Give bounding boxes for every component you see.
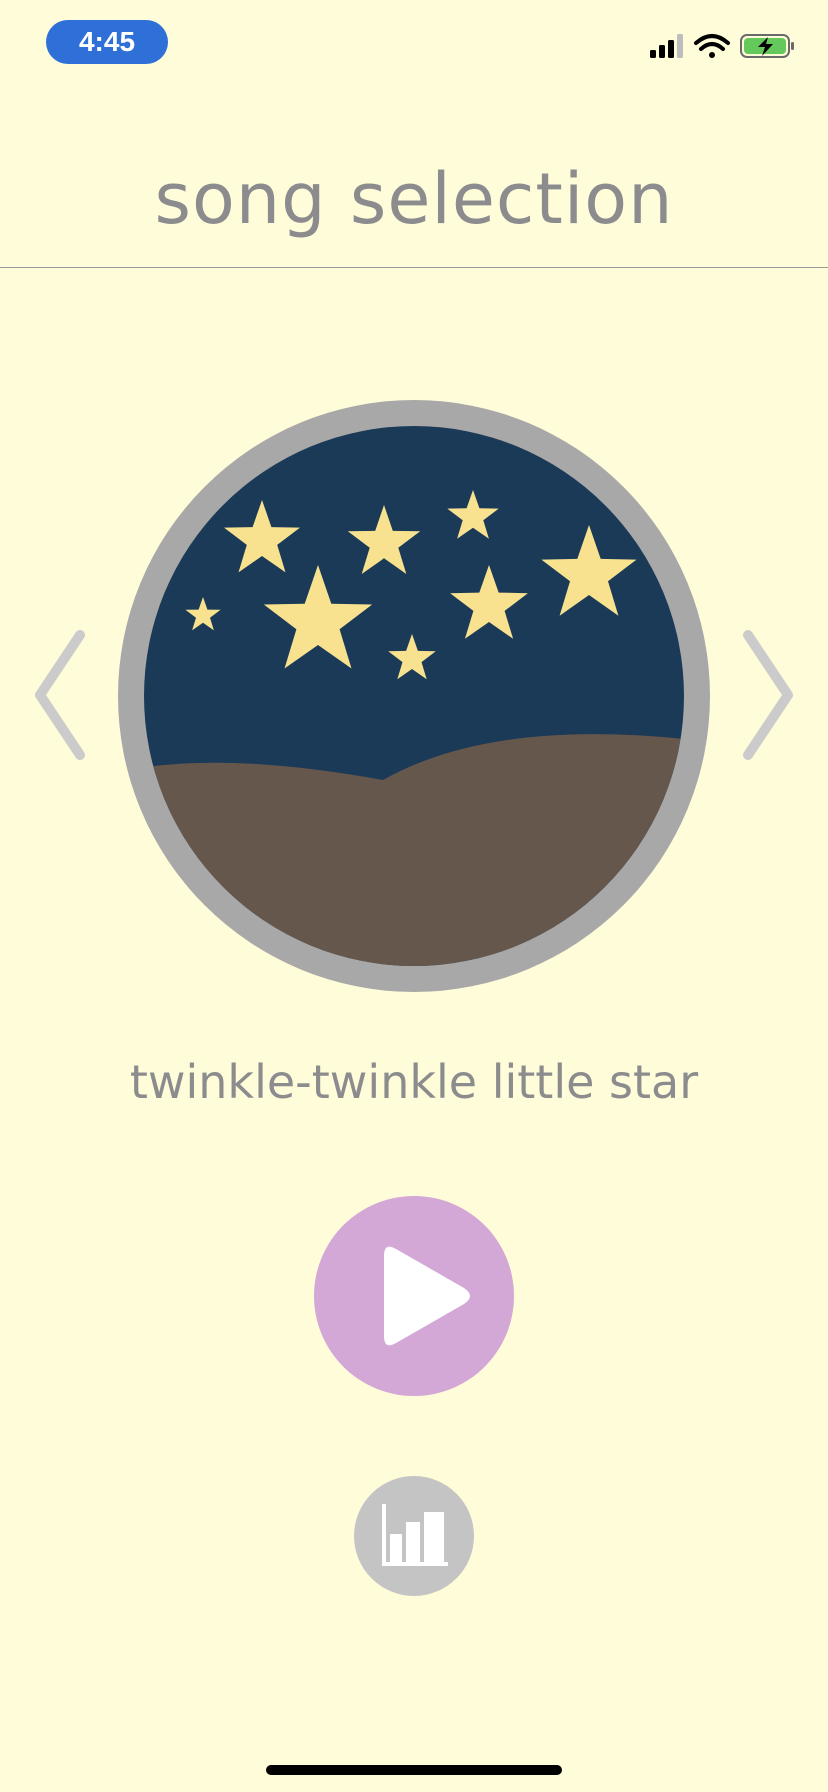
status-icons xyxy=(648,30,798,70)
cellular-signal-icon xyxy=(650,34,683,58)
next-song-button[interactable] xyxy=(738,630,798,760)
song-artwork[interactable] xyxy=(118,400,710,992)
status-time: 4:45 xyxy=(46,20,168,64)
play-button[interactable] xyxy=(314,1196,514,1396)
page-title: song selection xyxy=(154,158,674,240)
battery-charging-icon xyxy=(740,34,794,58)
header-divider xyxy=(0,267,828,268)
chevron-right-icon xyxy=(743,630,793,760)
song-title: twinkle-twinkle little star xyxy=(129,1055,699,1109)
night-sky-stars-icon xyxy=(118,400,710,992)
wifi-icon xyxy=(694,34,730,58)
bar-chart-icon xyxy=(382,1504,448,1566)
home-indicator[interactable] xyxy=(266,1765,562,1775)
previous-song-button[interactable] xyxy=(30,630,90,760)
stats-button[interactable] xyxy=(354,1476,474,1596)
status-bar: 4:45 xyxy=(0,0,828,90)
play-icon xyxy=(384,1246,470,1346)
header: song selection xyxy=(0,140,828,268)
chevron-left-icon xyxy=(35,630,85,760)
